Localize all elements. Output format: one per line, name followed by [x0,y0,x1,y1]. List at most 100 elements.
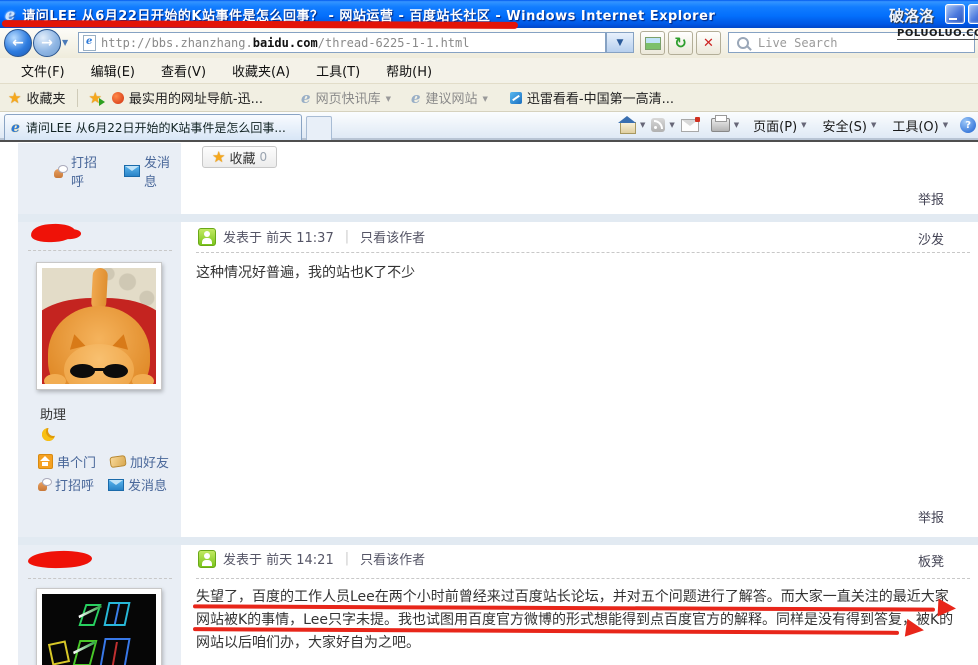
active-tab[interactable]: e 请问LEE 从6月22日开始的K站事件是怎么回事... [4,114,302,140]
maximize-button[interactable] [968,4,978,24]
post-header: 发表于 前天 11:37 | 只看该作者 [198,227,425,246]
star-icon: ★ [212,148,225,166]
address-bar[interactable]: http://bbs.zhanzhang.baidu.com/thread-62… [78,32,606,53]
print-dropdown-icon[interactable]: ▼ [734,121,739,129]
neon-glyph-shape [78,604,101,626]
picture-icon [645,37,661,50]
user-rank-label: 助理 [40,404,66,423]
stop-icon: ✕ [703,36,714,51]
menu-bar: 文件(F) 编辑(E) 查看(V) 收藏夹(A) 工具(T) 帮助(H) [0,58,978,84]
post-time: 发表于 前天 11:37 [223,227,334,246]
author-icon [198,550,216,568]
page-icon [83,35,96,51]
post-header: 发表于 前天 14:21 | 只看该作者 [198,549,425,568]
author-panel-top: 打招呼 发消息 [18,143,181,214]
content-divider [0,140,978,142]
header-separator: | [345,551,349,566]
url-prefix: http://bbs.zhanzhang. [101,36,253,50]
only-author-link[interactable]: 只看该作者 [360,227,425,246]
post-body-line: 网站以后咱们办，大家好自为之吧。 [196,632,953,655]
refresh-button[interactable]: ↻ [668,31,693,55]
greet-label: 打招呼 [55,475,94,494]
add-friend-link[interactable]: 加好友 [110,452,169,471]
post-body: 失望了，百度的工作人员Lee在两个小时前曾经来过百度站长论坛，并对五个问题进行了… [196,586,953,655]
favorite-label: 收藏 [229,148,255,167]
avatar[interactable] [36,262,162,390]
avatar[interactable] [36,588,162,665]
help-icon[interactable]: ? [960,117,976,133]
greet-icon [38,478,51,491]
report-link[interactable]: 举报 [918,189,944,208]
favorite-thread-button[interactable]: ★ 收藏 0 [202,146,277,168]
post-divider-band [18,214,978,222]
web-slices-button[interactable]: 网页快讯库 [316,88,381,107]
rss-feed-icon[interactable] [651,118,665,132]
home-icon[interactable] [620,122,636,134]
add-favorite-icon[interactable]: ★ [88,89,101,107]
message-label: 发消息 [128,475,167,494]
menu-file[interactable]: 文件(F) [8,58,78,83]
safety-dropdown-icon[interactable]: ▼ [871,121,876,129]
safety-menu-button[interactable]: 安全(S) [823,116,867,135]
command-bar: ▼ ▼ ▼ 页面(P) ▼ 安全(S) ▼ 工具(O) ▼ ? [620,112,976,138]
favorites-label[interactable]: 收藏夹 [26,88,65,107]
ie-slice-icon: e [301,89,311,107]
envelope-icon [124,165,140,177]
tab-favicon: e [11,120,20,136]
message-link[interactable]: 发消息 [108,475,167,494]
stop-button[interactable]: ✕ [696,31,721,55]
floor-label[interactable]: 板凳 [918,551,944,570]
address-dropdown-button[interactable]: ▼ [606,32,634,53]
mail-icon[interactable] [681,119,699,132]
tools-menu-button[interactable]: 工具(O) [892,116,938,135]
url-text: http://bbs.zhanzhang.baidu.com/thread-62… [101,36,469,50]
avatar-sunglasses-shape [70,364,128,379]
menu-favorites[interactable]: 收藏夹(A) [219,58,303,83]
navigation-bar: ← → ▼ http://bbs.zhanzhang.baidu.com/thr… [0,28,978,59]
visit-home-label: 串个门 [57,452,96,471]
menu-edit[interactable]: 编辑(E) [78,58,148,83]
report-link[interactable]: 举报 [918,507,944,526]
greet-icon [54,165,67,178]
tools-dropdown-icon[interactable]: ▼ [943,121,948,129]
feed-dropdown-icon: ▼ [669,121,674,129]
sidebar-dashed-divider [28,250,172,251]
minimize-button[interactable] [945,4,965,24]
home-dropdown-icon[interactable]: ▼ [640,121,645,129]
back-button[interactable]: ← [4,29,32,57]
floor-label[interactable]: 沙发 [918,229,944,248]
annotation-arrow-icon [905,619,925,639]
moon-status-icon [42,428,55,441]
avatar-paw-shape [44,374,66,384]
url-domain: baidu.com [253,36,318,50]
neon-glyph-shape [103,602,130,626]
new-tab-button[interactable] [306,116,332,140]
post-divider-band [18,537,978,545]
only-author-link[interactable]: 只看该作者 [360,549,425,568]
menu-help[interactable]: 帮助(H) [373,58,445,83]
page-menu-button[interactable]: 页面(P) [753,116,797,135]
visit-home-link[interactable]: 串个门 [38,452,96,471]
post-time: 发表于 前天 14:21 [223,549,334,568]
avatar-paw-shape [132,374,154,384]
toolbar-separator [77,89,78,107]
tab-title: 请问LEE 从6月22日开始的K站事件是怎么回事... [26,119,286,136]
favorite-link-navigation[interactable]: 最实用的网址导航-迅... [129,88,263,107]
greet-link[interactable]: 打招呼 [38,475,94,494]
print-icon[interactable] [711,118,730,132]
greet-link[interactable]: 打招呼 [54,152,108,190]
favorite-link-xunlei[interactable]: 迅雷看看-中国第一高清... [527,88,674,107]
page-dropdown-icon[interactable]: ▼ [801,121,806,129]
favorites-star-icon[interactable]: ★ [8,89,21,107]
suggested-sites-button[interactable]: 建议网站 [426,88,478,107]
watermark-url-text: POLUOLUO.COM [897,28,978,40]
compatibility-view-button[interactable] [640,31,665,55]
menu-view[interactable]: 查看(V) [148,58,219,83]
forward-button[interactable]: → [33,29,61,57]
message-link[interactable]: 发消息 [124,152,181,190]
chevron-down-icon: ▼ [386,95,391,103]
neon-glyph-shape [99,638,130,665]
history-dropdown-icon[interactable]: ▼ [62,38,68,47]
author-icon [198,228,216,246]
menu-tools[interactable]: 工具(T) [303,58,373,83]
